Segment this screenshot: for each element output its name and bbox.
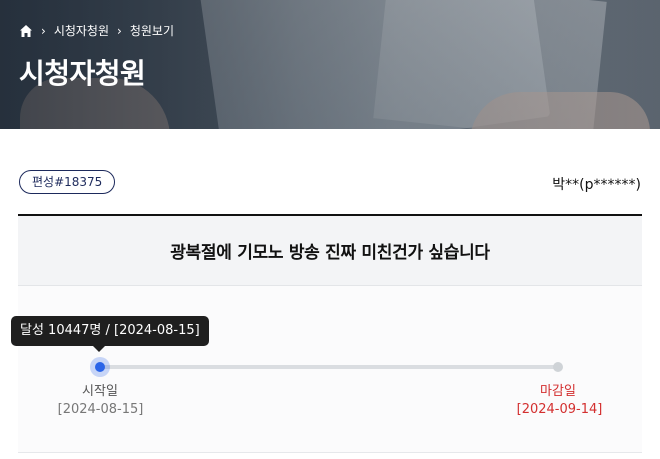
home-icon[interactable] <box>19 24 33 38</box>
chevron-right-icon: › <box>41 23 46 38</box>
page-title: 시청자청원 <box>19 57 146 90</box>
breadcrumb-item[interactable]: 청원보기 <box>130 22 174 39</box>
progress-start-marker <box>90 357 110 377</box>
author-name: 박**(p******) <box>552 177 641 193</box>
breadcrumb: › 시청자청원 › 청원보기 <box>19 22 174 39</box>
progress-start-dot <box>95 362 105 372</box>
end-date: [2024-09-14] <box>516 402 603 417</box>
progress-section: 달성 10447명 / [2024-08-15] 시작일 [2024-08-15… <box>11 286 642 453</box>
progress-track <box>100 365 560 369</box>
petition-title-bar: 광복절에 기모노 방송 진짜 미친건가 싶습니다 <box>18 214 642 286</box>
petition-title: 광복절에 기모노 방송 진짜 미친건가 싶습니다 <box>170 243 490 263</box>
achievement-tooltip: 달성 10447명 / [2024-08-15] <box>11 316 209 352</box>
hero-banner: › 시청자청원 › 청원보기 시청자청원 <box>0 0 660 129</box>
end-label: 마감일 <box>540 384 576 399</box>
progress-end-marker <box>553 362 563 372</box>
breadcrumb-item[interactable]: 시청자청원 <box>54 22 109 39</box>
chevron-right-icon: › <box>117 23 122 38</box>
category-badge: 편성#18375 <box>19 170 116 194</box>
start-label: 시작일 <box>82 384 118 399</box>
start-date: [2024-08-15] <box>57 402 144 417</box>
